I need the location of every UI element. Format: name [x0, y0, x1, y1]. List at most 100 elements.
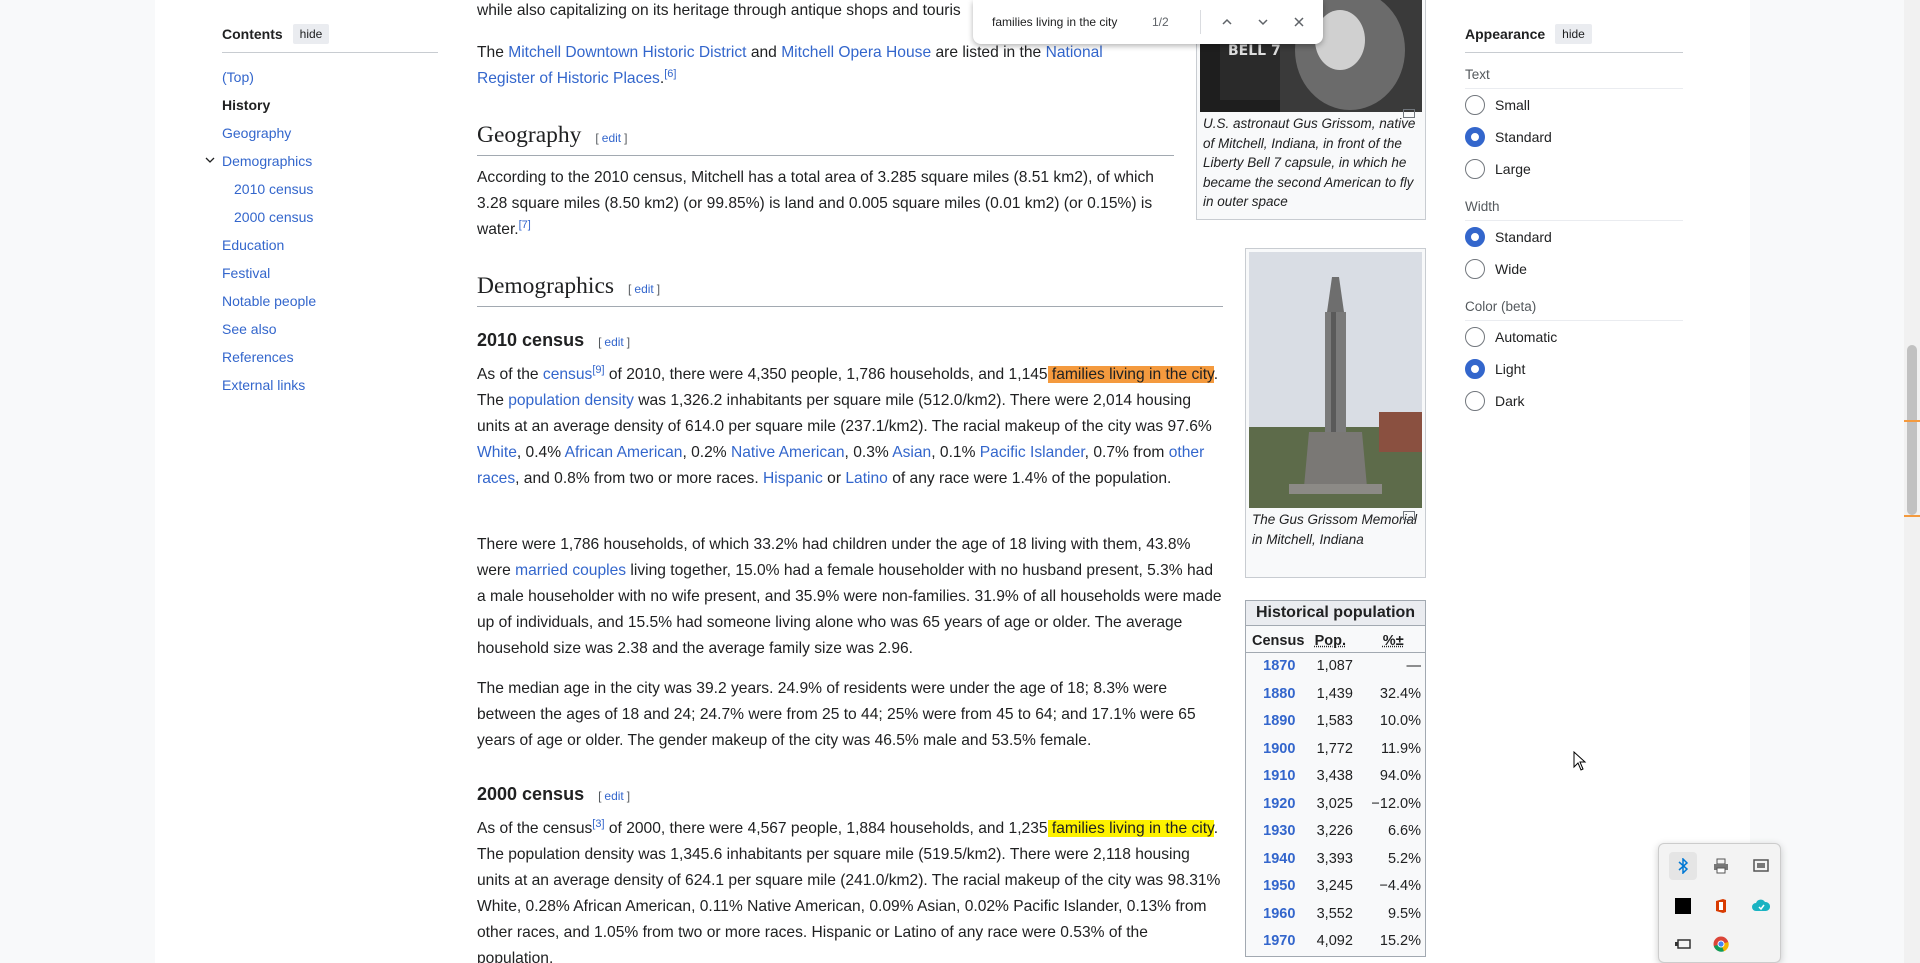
- opera-house-link[interactable]: Mitchell Opera House: [781, 44, 931, 61]
- grissom-caption: U.S. astronaut Gus Grissom, native of Mi…: [1203, 116, 1416, 209]
- column-header-change[interactable]: %±: [1361, 630, 1425, 653]
- radio-button[interactable]: [1465, 95, 1485, 115]
- memorial-photo[interactable]: [1249, 252, 1422, 508]
- table-row: 1910 3,438 94.0%: [1246, 763, 1425, 791]
- radio-button[interactable]: [1465, 327, 1485, 347]
- table-row: 1970 4,092 15.2%: [1246, 928, 1425, 956]
- text-large-option[interactable]: Large: [1465, 153, 1683, 185]
- radio-button[interactable]: [1465, 391, 1485, 411]
- chevron-down-icon[interactable]: [205, 155, 215, 165]
- census-year-link[interactable]: 1890: [1246, 708, 1313, 736]
- population-value: 4,092: [1316, 933, 1353, 949]
- ref-link[interactable]: [6]: [664, 68, 676, 80]
- text-small-option[interactable]: Small: [1465, 89, 1683, 121]
- married-couples-link[interactable]: married couples: [515, 562, 626, 579]
- cloud-sync-icon[interactable]: [1747, 892, 1775, 920]
- edit-2010-link[interactable]: edit: [604, 335, 623, 349]
- black-square-icon[interactable]: [1669, 892, 1697, 920]
- toc-item-external-links[interactable]: External links: [222, 371, 438, 399]
- population-value: 1,583: [1316, 713, 1353, 729]
- toc-item-geography[interactable]: Geography: [222, 119, 438, 147]
- find-close-button[interactable]: [1281, 4, 1317, 40]
- display-icon[interactable]: [1747, 852, 1775, 880]
- width-label: Width: [1465, 199, 1683, 221]
- latino-link[interactable]: Latino: [845, 470, 888, 487]
- radio-button[interactable]: [1465, 159, 1485, 179]
- scrollbar-thumb[interactable]: [1907, 345, 1917, 515]
- office-icon[interactable]: [1707, 892, 1735, 920]
- find-previous-button[interactable]: [1209, 4, 1245, 40]
- find-highlight-current: families living in the city: [1047, 366, 1214, 383]
- toc-item-festival[interactable]: Festival: [222, 259, 438, 287]
- appearance-hide-button[interactable]: hide: [1555, 24, 1592, 44]
- ref-link[interactable]: [9]: [592, 364, 604, 376]
- asian-link[interactable]: Asian: [892, 444, 931, 461]
- edit-geography-link[interactable]: edit: [602, 131, 621, 145]
- pacific-islander-link[interactable]: Pacific Islander: [980, 444, 1085, 461]
- enlarge-icon[interactable]: [1403, 511, 1415, 520]
- find-in-page-bar: families living in the city 1/2: [973, 0, 1323, 44]
- registry-paragraph: The Mitchell Downtown Historic District …: [477, 44, 1103, 87]
- native-american-link[interactable]: Native American: [731, 444, 845, 461]
- census-year-link[interactable]: 1960: [1246, 901, 1313, 929]
- toc-item-see-also[interactable]: See also: [222, 315, 438, 343]
- radio-button-selected[interactable]: [1465, 359, 1485, 379]
- toc-hide-button[interactable]: hide: [292, 24, 330, 44]
- census-year-link[interactable]: 1930: [1246, 818, 1313, 846]
- width-standard-option[interactable]: Standard: [1465, 221, 1683, 253]
- census-year-link[interactable]: 1950: [1246, 873, 1313, 901]
- census-link[interactable]: census: [543, 366, 592, 383]
- geography-paragraph: According to the 2010 census, Mitchell h…: [477, 169, 1154, 238]
- column-header-pop[interactable]: Pop.: [1312, 630, 1362, 653]
- historic-district-link[interactable]: Mitchell Downtown Historic District: [508, 44, 746, 61]
- text-standard-option[interactable]: Standard: [1465, 121, 1683, 153]
- toc-item-notable-people[interactable]: Notable people: [222, 287, 438, 315]
- color-dark-option[interactable]: Dark: [1465, 385, 1683, 417]
- color-automatic-option[interactable]: Automatic: [1465, 321, 1683, 353]
- percent-change: 6.6%: [1387, 823, 1421, 839]
- census-year-link[interactable]: 1970: [1246, 928, 1313, 956]
- color-light-option[interactable]: Light: [1465, 353, 1683, 385]
- radio-button-selected[interactable]: [1465, 227, 1485, 247]
- column-header-census[interactable]: Census: [1246, 630, 1313, 653]
- bluetooth-icon[interactable]: [1669, 852, 1697, 880]
- population-value: 1,087: [1316, 658, 1353, 674]
- radio-button-selected[interactable]: [1465, 127, 1485, 147]
- toc-item-2000-census[interactable]: 2000 census: [222, 203, 438, 231]
- toc-item-history[interactable]: History: [222, 91, 438, 119]
- census-year-link[interactable]: 1870: [1246, 653, 1313, 681]
- census-year-link[interactable]: 1920: [1246, 791, 1313, 819]
- population-value: 3,025: [1316, 795, 1353, 812]
- radio-button[interactable]: [1465, 259, 1485, 279]
- african-american-link[interactable]: African American: [565, 444, 683, 461]
- percent-change: —: [1406, 658, 1422, 674]
- width-wide-option[interactable]: Wide: [1465, 253, 1683, 285]
- hispanic-link[interactable]: Hispanic: [763, 470, 823, 487]
- find-highlight: families living in the city: [1047, 820, 1214, 837]
- toc-item-2010-census[interactable]: 2010 census: [222, 175, 438, 203]
- census-year-link[interactable]: 1880: [1246, 681, 1313, 709]
- white-link[interactable]: White: [477, 444, 517, 461]
- ref-link[interactable]: [3]: [592, 818, 604, 830]
- census-year-link[interactable]: 1940: [1246, 846, 1313, 874]
- toc-item-demographics[interactable]: Demographics: [205, 147, 438, 175]
- chrome-icon[interactable]: [1707, 930, 1735, 958]
- toc-item-top[interactable]: (Top): [222, 63, 438, 91]
- toc-item-references[interactable]: References: [222, 343, 438, 371]
- edit-2000-link[interactable]: edit: [604, 789, 623, 803]
- edit-demographics-link[interactable]: edit: [634, 282, 653, 296]
- census-year-link[interactable]: 1910: [1246, 763, 1313, 791]
- ref-link[interactable]: [7]: [519, 219, 531, 231]
- text-size-label: Text: [1465, 67, 1683, 89]
- population-density-link[interactable]: population density: [508, 392, 634, 409]
- enlarge-icon[interactable]: [1403, 109, 1415, 118]
- usb-drive-icon[interactable]: [1669, 930, 1697, 958]
- printer-icon[interactable]: [1707, 852, 1735, 880]
- find-input[interactable]: families living in the city: [992, 15, 1152, 29]
- census-year-link[interactable]: 1900: [1246, 736, 1313, 764]
- toc-item-education[interactable]: Education: [222, 231, 438, 259]
- population-value: 3,226: [1316, 823, 1353, 839]
- find-next-button[interactable]: [1245, 4, 1281, 40]
- table-of-contents: Contents hide (Top) History Geography De…: [205, 24, 438, 399]
- memorial-caption: The Gus Grissom Memorial in Mitchell, In…: [1252, 512, 1418, 547]
